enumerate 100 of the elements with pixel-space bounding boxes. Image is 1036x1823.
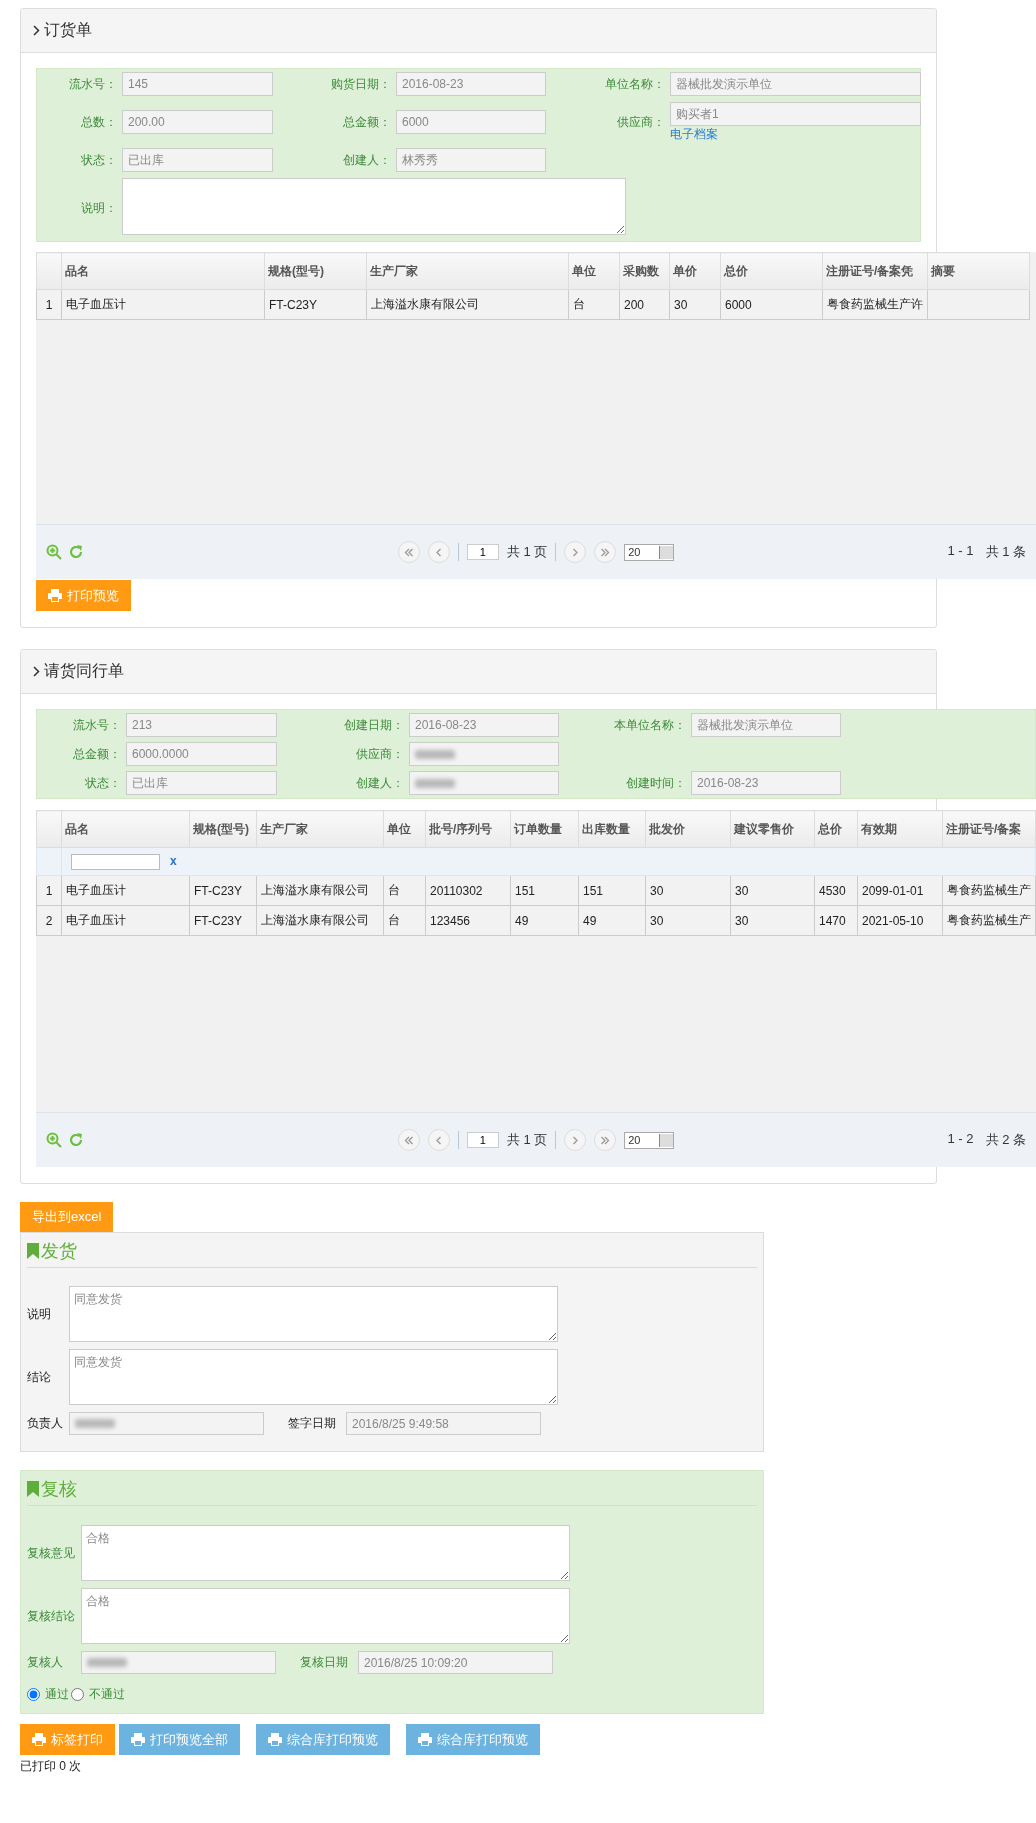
radio-button[interactable] — [71, 1688, 84, 1701]
panel-title: 订货单 — [44, 20, 92, 40]
column-header[interactable]: 批号/序列号 — [425, 810, 511, 848]
input-field[interactable] — [409, 742, 559, 766]
text-area-field[interactable]: 合格 — [81, 1525, 570, 1581]
input-field[interactable]: 145 — [122, 72, 273, 96]
first-page-button[interactable] — [397, 541, 420, 563]
table-cell: 上海溢水康有限公司 — [366, 289, 569, 320]
field-label: 创建人： — [355, 774, 405, 792]
input-field[interactable]: 2016/8/25 10:09:20 — [358, 1651, 553, 1674]
field-label: 购货日期： — [330, 75, 392, 93]
column-header[interactable]: 建议零售价 — [730, 810, 815, 848]
filter-input-field[interactable] — [71, 853, 160, 870]
input-field[interactable]: 6000.0000 — [126, 742, 277, 766]
refresh-icon[interactable] — [68, 544, 84, 560]
input-field[interactable]: 200.00 — [122, 110, 273, 134]
column-header[interactable]: 注册证号/备案 — [942, 810, 1036, 848]
row-number: 1 — [36, 289, 62, 320]
table-cell: 49 — [578, 905, 646, 936]
first-page-button[interactable] — [397, 1129, 420, 1151]
input-field[interactable] — [81, 1651, 276, 1674]
next-page-button[interactable] — [564, 1129, 587, 1151]
input-field[interactable]: 林秀秀 — [396, 148, 546, 172]
field-label: 流水号： — [68, 75, 118, 93]
input-field[interactable]: 器械批发演示单位 — [670, 72, 921, 96]
input-field[interactable]: 已出库 — [122, 148, 273, 172]
column-header[interactable]: 生产厂家 — [366, 252, 569, 290]
column-header[interactable]: 摘要 — [927, 252, 1030, 290]
column-header[interactable]: 出库数量 — [578, 810, 646, 848]
archive-link[interactable]: 电子档案 — [670, 126, 718, 142]
last-page-button[interactable] — [594, 1129, 617, 1151]
column-header[interactable]: 规格(型号) — [189, 810, 257, 848]
clear-filter-link[interactable]: x — [170, 853, 177, 868]
panel-header[interactable]: 请货同行单 — [21, 650, 936, 694]
input-field[interactable] — [69, 1412, 264, 1435]
column-header[interactable]: 单位 — [383, 810, 426, 848]
panel-header[interactable]: 订货单 — [21, 9, 936, 53]
radio-button[interactable] — [27, 1688, 40, 1701]
field-label: 复核意见 — [27, 1544, 76, 1562]
input-field[interactable]: 2016/8/25 9:49:58 — [346, 1412, 541, 1435]
input-field[interactable] — [409, 771, 559, 795]
refresh-icon[interactable] — [68, 1132, 84, 1148]
page-size-select[interactable]: 20 — [624, 1131, 675, 1149]
previous-page-button[interactable] — [427, 1129, 450, 1151]
row-number: 2 — [36, 905, 62, 936]
column-header[interactable]: 总价 — [720, 252, 823, 290]
table-cell: 上海溢水康有限公司 — [256, 905, 384, 936]
table-cell: 粤食药监械生产 — [942, 905, 1036, 936]
field-label: 供应商： — [616, 113, 666, 131]
input-field[interactable]: 2016-08-23 — [691, 771, 841, 795]
page-number-field[interactable]: 1 — [466, 1132, 499, 1148]
table-cell: 2021-05-10 — [857, 905, 943, 936]
table-cell: 粤食药监械生产许 — [822, 289, 928, 320]
column-header[interactable]: 注册证号/备案凭 — [822, 252, 928, 290]
input-field[interactable]: 2016-08-23 — [396, 72, 546, 96]
record-total: 共 2 条 — [985, 1131, 1026, 1149]
column-header[interactable]: 生产厂家 — [256, 810, 384, 848]
input-field[interactable]: 器械批发演示单位 — [691, 713, 841, 737]
table-cell: 49 — [510, 905, 579, 936]
column-header[interactable]: 批发价 — [645, 810, 731, 848]
column-header[interactable]: 有效期 — [857, 810, 943, 848]
column-header[interactable]: 单价 — [669, 252, 721, 290]
chevron-right-icon — [33, 666, 40, 677]
column-header[interactable]: 品名 — [61, 252, 265, 290]
column-header[interactable]: 品名 — [61, 810, 190, 848]
page-size-select[interactable]: 20 — [624, 543, 675, 561]
input-field[interactable]: 213 — [126, 713, 277, 737]
zoom-in-icon[interactable] — [46, 544, 62, 560]
zoom-in-icon[interactable] — [46, 1132, 62, 1148]
field-label: 总金额： — [342, 113, 392, 131]
last-page-button[interactable] — [594, 541, 617, 563]
input-field[interactable]: 已出库 — [126, 771, 277, 795]
field-label: 结论 — [27, 1368, 52, 1386]
page-number-field[interactable]: 1 — [466, 544, 499, 560]
printer-icon — [48, 589, 62, 602]
text-area-field[interactable] — [122, 178, 626, 235]
printer-icon — [268, 1733, 282, 1746]
field-label: 负责人 — [27, 1415, 64, 1432]
field-label: 说明 — [27, 1305, 52, 1323]
text-area-field[interactable]: 同意发货 — [69, 1286, 558, 1342]
next-page-button[interactable] — [564, 541, 587, 563]
field-label: 复核日期 — [300, 1654, 348, 1671]
input-field[interactable]: 6000 — [396, 110, 546, 134]
table-cell: 151 — [578, 875, 646, 906]
table-cell: 电子血压计 — [61, 875, 190, 906]
column-header[interactable]: 规格(型号) — [264, 252, 367, 290]
printer-icon — [418, 1733, 432, 1746]
table-cell: 30 — [645, 875, 731, 906]
page-count: 共 1 页 — [506, 543, 548, 561]
column-header[interactable]: 总价 — [814, 810, 858, 848]
previous-page-button[interactable] — [427, 541, 450, 563]
radio-label: 不通过 — [89, 1686, 125, 1703]
column-header[interactable]: 采购数 — [619, 252, 670, 290]
text-area-field[interactable]: 同意发货 — [69, 1349, 558, 1405]
input-field[interactable]: 2016-08-23 — [409, 713, 559, 737]
input-field[interactable]: 购买者1 — [670, 102, 921, 126]
record-range: 1 - 2 — [947, 1131, 974, 1148]
text-area-field[interactable]: 合格 — [81, 1588, 570, 1644]
column-header[interactable]: 单位 — [568, 252, 620, 290]
column-header[interactable]: 订单数量 — [510, 810, 579, 848]
